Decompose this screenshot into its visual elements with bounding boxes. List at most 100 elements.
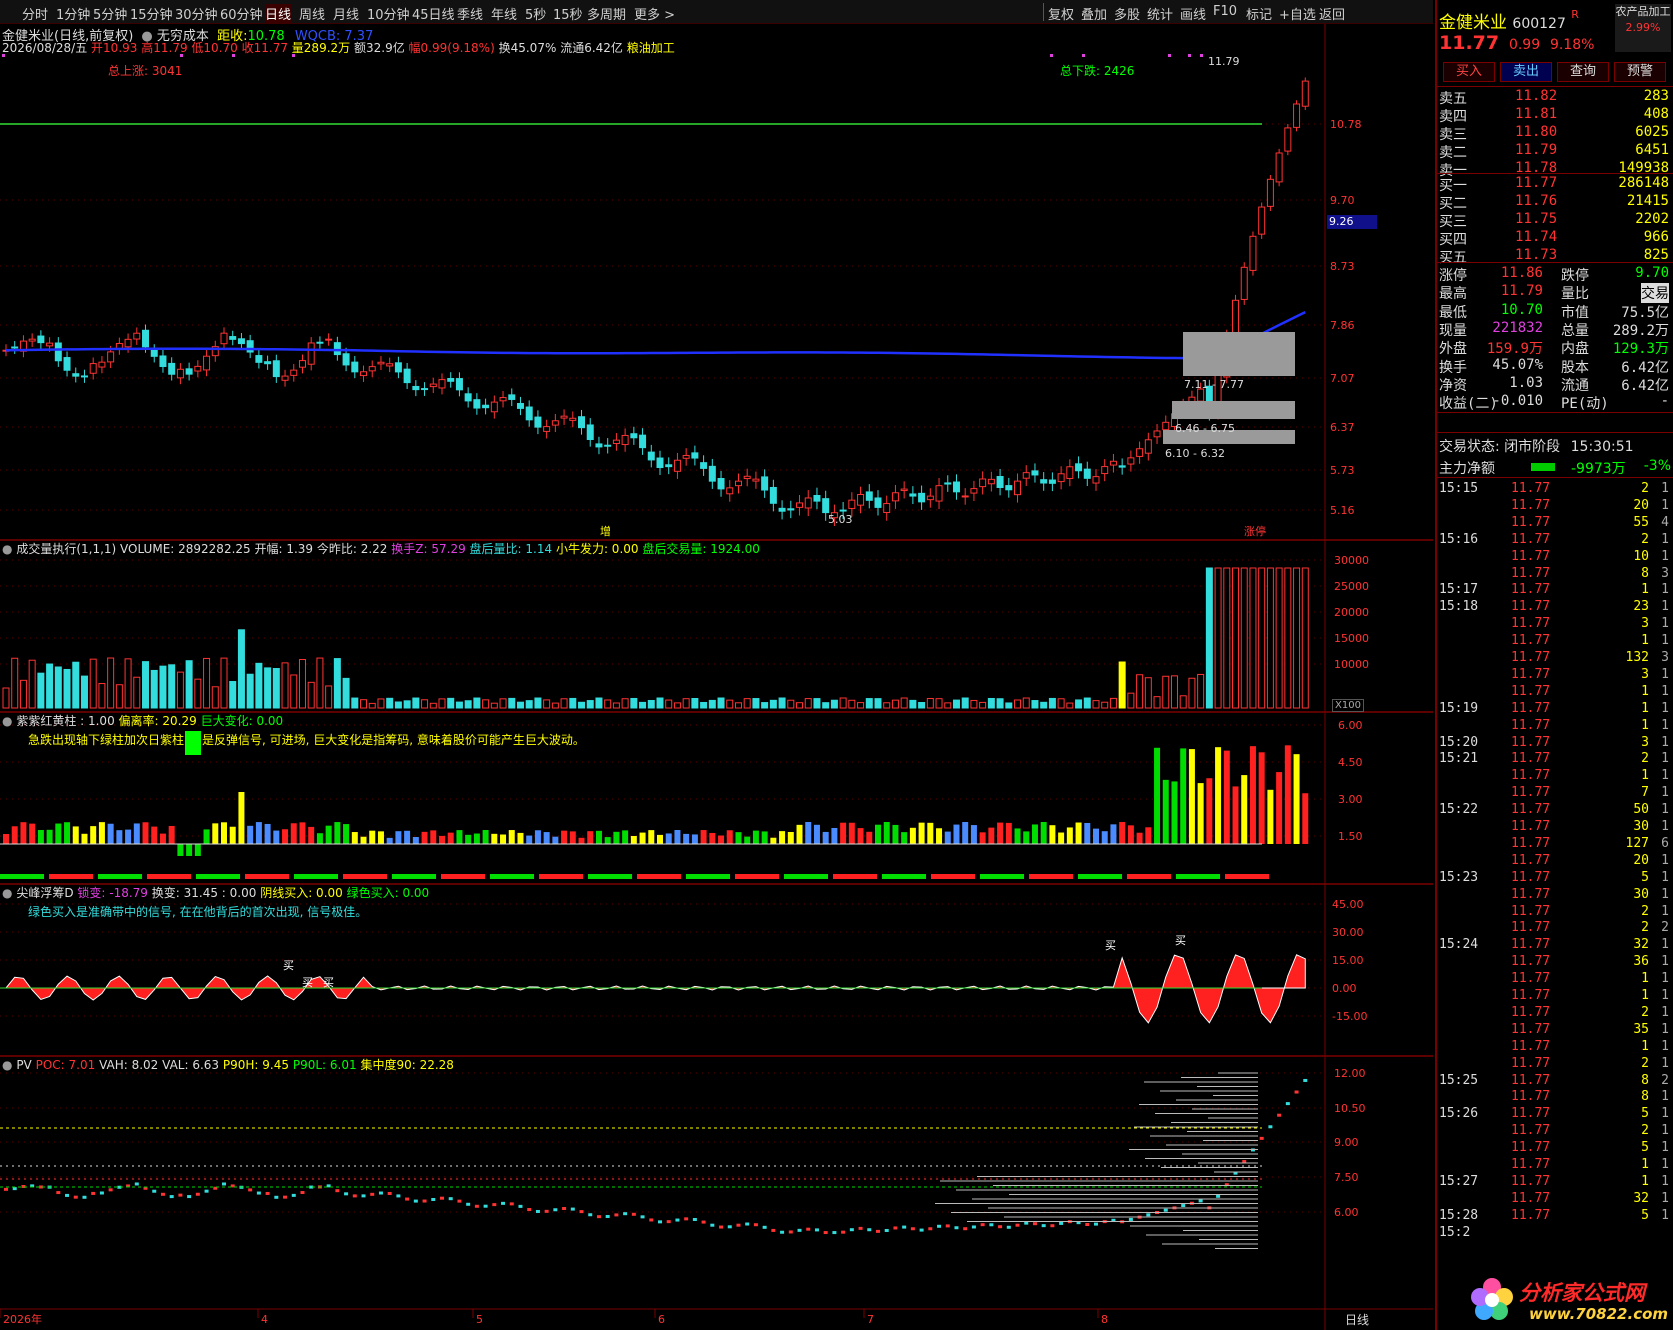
level-price: 11.80 [1515,124,1558,140]
tool-button[interactable]: 统计 [1147,4,1173,23]
bids-row[interactable]: 买一 11.77 286148 [1439,175,1671,194]
alert-button[interactable]: 预警 [1614,62,1666,82]
tool-button[interactable]: 复权 [1048,4,1074,23]
candle-body [656,457,664,468]
vol-panel-icon[interactable]: ● [2,542,12,556]
volume-bar [918,702,926,709]
purple-bar [412,837,419,844]
tool-button[interactable]: 返回 [1319,4,1345,23]
purple-bar [116,830,123,844]
candle-body [717,478,725,490]
bids-row[interactable]: 买二 11.76 21415 [1439,193,1671,212]
purple-bar [81,833,88,844]
period-tab[interactable]: 月线 [333,4,359,23]
volume-bar [1057,698,1065,709]
stat-cell: 涨停 [1439,268,1467,284]
volume-bar [1136,674,1144,709]
volume-bar [1249,567,1257,709]
volume-bar [211,686,219,709]
pv-panel-icon[interactable]: ● [2,1058,12,1072]
quote-panel: 金健米业 600127 R 农产品加工 2.99% 11.77 0.99 9.1… [1435,0,1673,1330]
tool-button[interactable]: +自选 [1279,4,1316,23]
zone-label: 6.46 - 6.75 [1175,422,1235,435]
period-tab[interactable]: 15秒 [553,4,583,23]
pv-candle [405,1197,410,1201]
logo-url: www.70822.com [1529,1305,1669,1323]
candle-body [1162,421,1170,431]
period-tab[interactable]: 45日线 [412,4,455,23]
tick-price: 11.77 [1511,768,1551,784]
buy-button[interactable]: 买入 [1443,62,1495,82]
tool-button[interactable]: 多股 [1114,4,1140,23]
purple-bar [465,834,472,844]
period-tab[interactable]: 周线 [299,4,325,23]
period-tab[interactable]: 季线 [457,4,483,23]
volume-bar [516,701,524,709]
tick-row: 11.77 20 1 [1439,498,1671,516]
tick-row: 11.77 1 1 [1439,971,1671,989]
sell-button[interactable]: 卖出 [1500,62,1552,82]
volume-bar [54,666,62,709]
period-tab[interactable]: 10分钟 [367,4,410,23]
purple-panel-icon[interactable]: ● [2,714,12,728]
period-tab[interactable]: 30分钟 [175,4,218,23]
period-tab[interactable]: 15分钟 [130,4,173,23]
price-axis-label: 8.73 [1330,260,1355,273]
volume-bar [560,698,568,709]
pv-candle [1285,1102,1290,1106]
pv-candle [378,1191,383,1195]
volume-bar [1258,567,1266,709]
sector-box[interactable]: 农产品加工 2.99% [1615,4,1671,52]
period-tab[interactable]: 分时 [22,4,48,23]
candle-body [403,368,411,384]
tool-button[interactable]: 叠加 [1081,4,1107,23]
candle-body [604,444,612,447]
pv-candle [893,1226,898,1230]
period-tab[interactable]: 1分钟 [56,4,90,23]
tool-button[interactable]: F10 [1213,4,1237,19]
period-tab[interactable]: 多周期 [587,4,626,23]
period-tab[interactable]: 日线 [265,4,292,23]
asks-row[interactable]: 卖三 11.80 6025 [1439,124,1671,143]
tick-count: 1 [1661,700,1669,716]
query-button[interactable]: 查询 [1557,62,1609,82]
tick-count: 1 [1661,531,1669,547]
purple-bar [1110,824,1117,844]
volume-bar [673,702,681,709]
pv-candle [1294,1090,1299,1094]
period-toolbar: 分时 1分钟 5分钟 15分钟 30分钟 60分钟 日线 周线 月线 10分钟 45日线 季线 年线 5秒… [0,0,1433,24]
candle-body [455,378,463,391]
bids-row[interactable]: 买四 11.74 966 [1439,229,1671,248]
tool-button[interactable]: 标记 [1246,4,1272,23]
period-tab[interactable]: 5秒 [525,4,546,23]
candle-body [1136,448,1144,457]
buy-signal-label: 买 [283,959,294,972]
volume-bar [865,698,873,709]
period-mode-tab[interactable]: 日线 [1345,1311,1369,1328]
pv-p90l: P90L: 6.01 [292,1058,357,1072]
volume-bar [98,683,106,709]
chart-area[interactable]: 10.78 9.70 8.73 7.86 7.07 6.37 5.73 5.16 30000 25… [0,24,1433,1330]
peak-panel-icon[interactable]: ● [2,886,12,900]
pv-candle [666,1220,671,1224]
period-tab[interactable]: 年线 [491,4,517,23]
bids-row[interactable]: 买三 11.75 2202 [1439,211,1671,230]
tool-button[interactable]: 画线 [1180,4,1206,23]
volume-bar [272,668,280,709]
purple-bar [813,824,820,844]
period-tab[interactable]: 更多 > [634,4,675,23]
asks-row[interactable]: 卖四 11.81 408 [1439,106,1671,125]
asks-row[interactable]: 卖五 11.82 283 [1439,88,1671,107]
asks-row[interactable]: 卖二 11.79 6451 [1439,142,1671,161]
volume-bar [743,698,751,709]
period-tab[interactable]: 5分钟 [93,4,127,23]
chart-canvas[interactable]: 10.78 9.70 8.73 7.86 7.07 6.37 5.73 5.16 30000 25… [0,24,1433,1330]
quote-r-mark: R [1571,8,1579,21]
volume-bar [1118,661,1126,709]
tick-volume: 2 [1641,531,1649,547]
price-axis-label: 10.78 [1330,118,1362,131]
period-tab[interactable]: 60分钟 [220,4,263,23]
price-axis-label: 9.70 [1330,194,1355,207]
volume-bar [438,698,446,709]
xaxis-label: 4 [261,1313,268,1326]
